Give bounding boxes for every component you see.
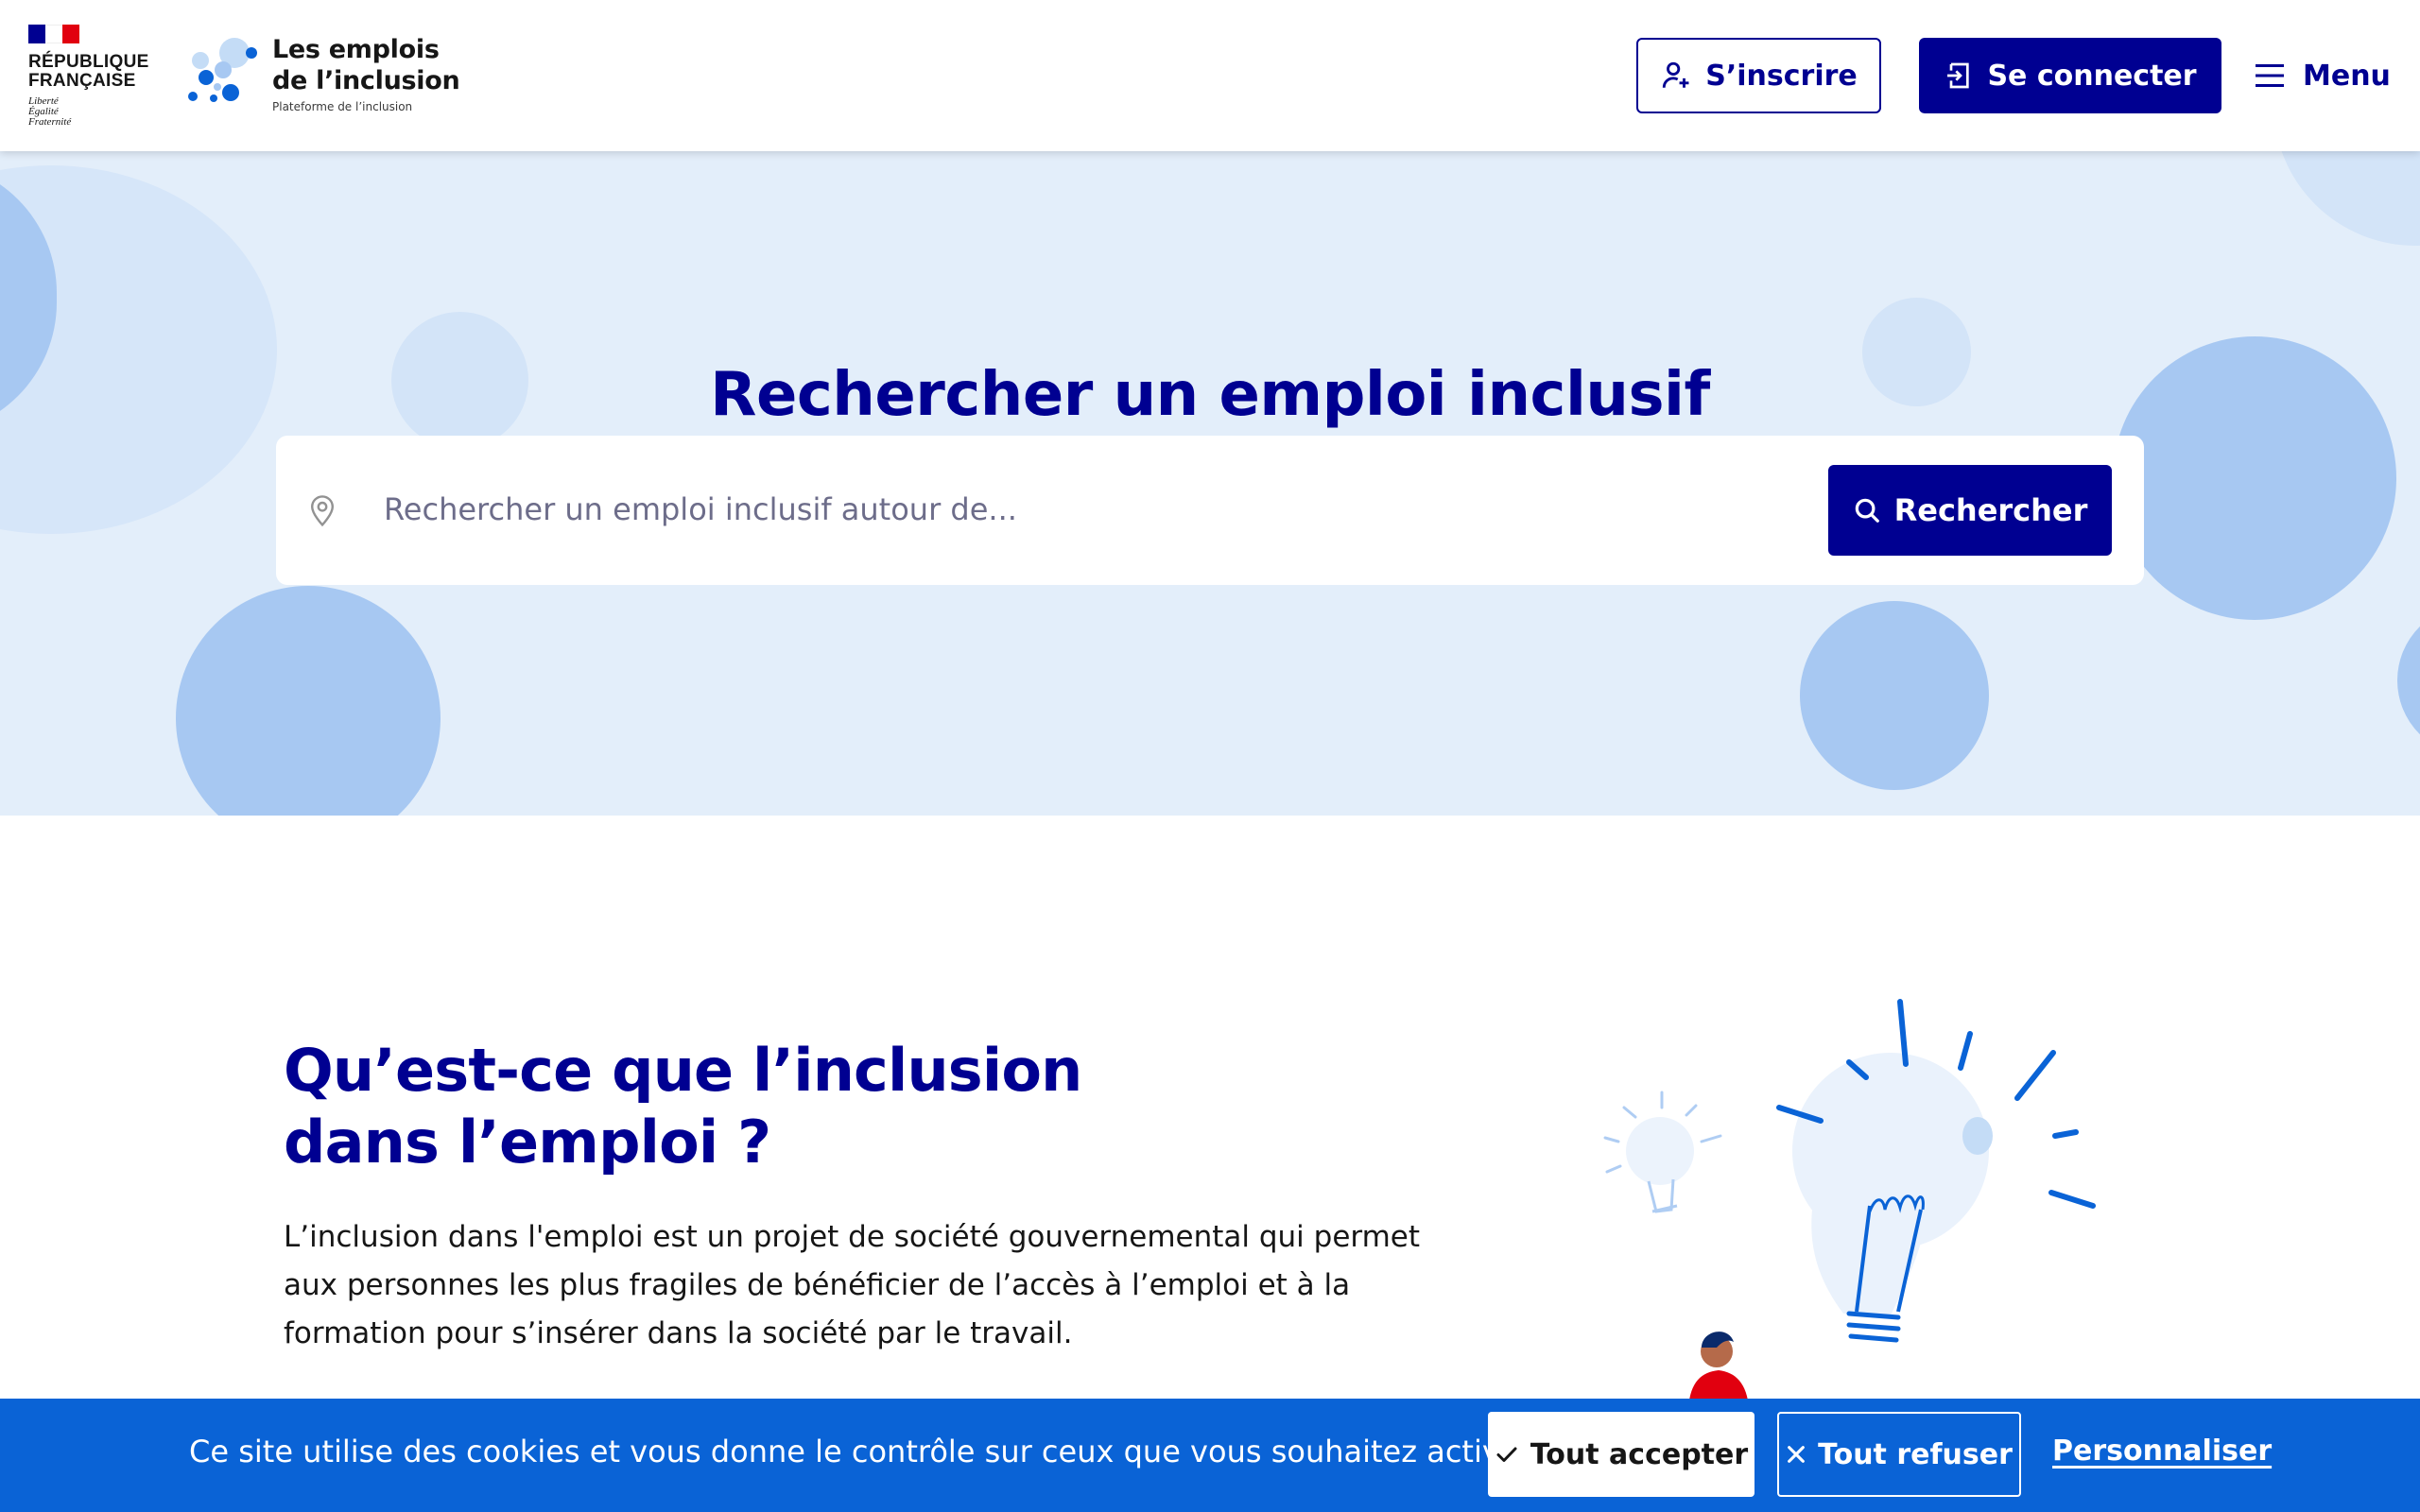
location-search-input[interactable]	[382, 472, 1327, 547]
search-icon	[1855, 498, 1879, 523]
signup-button[interactable]: S’inscrire	[1636, 38, 1881, 113]
menu-button[interactable]: Menu	[2256, 51, 2391, 100]
product-title-line-2: de l’inclusion	[272, 66, 460, 95]
refuse-all-cookies-button[interactable]: Tout refuser	[1777, 1412, 2021, 1497]
product-name[interactable]: Les emplois de l’inclusion Plateforme de…	[272, 34, 460, 113]
description-line-3: formation pour s’insérer dans la société…	[284, 1316, 1073, 1350]
person-figure	[1688, 1332, 1749, 1408]
republique-francaise-logo[interactable]: RÉPUBLIQUE FRANÇAISE Liberté Égalité Fra…	[28, 25, 149, 128]
description-line-1: L’inclusion dans l'emploi est un projet …	[284, 1220, 1421, 1254]
product-subtitle: Plateforme de l’inclusion	[272, 100, 413, 113]
title-line-2: dans l’emploi ?	[284, 1108, 771, 1177]
user-add-icon	[1663, 61, 1689, 88]
inclusion-description: L’inclusion dans l'emploi est un projet …	[284, 1213, 1446, 1358]
title-line-1: Qu’est-ce que l’inclusion	[284, 1036, 1082, 1105]
login-button[interactable]: Se connecter	[1919, 38, 2221, 113]
cookie-banner: Ce site utilise des cookies et vous donn…	[0, 1399, 2420, 1512]
lightbulb-illustration	[1603, 999, 2096, 1408]
search-box: Rechercher	[276, 436, 2144, 585]
map-pin-icon	[310, 495, 335, 527]
accept-all-label: Tout accepter	[1530, 1437, 1749, 1471]
french-flag-icon	[28, 25, 79, 43]
decorative-bubble	[2397, 605, 2420, 756]
accept-all-cookies-button[interactable]: Tout accepter	[1488, 1412, 1754, 1497]
search-hero: Rechercher un emploi inclusif Rechercher	[0, 151, 2420, 816]
decorative-bubble	[1800, 601, 1989, 790]
hamburger-icon	[2256, 64, 2284, 87]
description-line-2: aux personnes les plus fragiles de bénéf…	[284, 1268, 1351, 1302]
search-button-label: Rechercher	[1893, 492, 2088, 528]
inclusion-section-title: Qu’est-ce que l’inclusion dans l’emploi …	[284, 1035, 1134, 1178]
rf-line-2: FRANÇAISE	[28, 71, 136, 91]
hero-title: Rechercher un emploi inclusif	[710, 359, 1710, 430]
search-button[interactable]: Rechercher	[1828, 465, 2112, 556]
small-lightbulb-icon	[1603, 1091, 1722, 1213]
close-icon	[1788, 1446, 1806, 1463]
decorative-bubble	[2273, 151, 2420, 246]
login-icon	[1947, 62, 1970, 89]
login-label: Se connecter	[1987, 59, 2197, 93]
rf-motto: Liberté Égalité Fraternité	[28, 96, 149, 128]
site-header: RÉPUBLIQUE FRANÇAISE Liberté Égalité Fra…	[0, 0, 2420, 151]
refuse-all-label: Tout refuser	[1818, 1437, 2013, 1471]
large-lightbulb-icon	[1776, 999, 2096, 1343]
signup-label: S’inscrire	[1705, 59, 1858, 93]
cookie-message: Ce site utilise des cookies et vous donn…	[189, 1434, 1531, 1469]
emplois-inclusion-logo-icon[interactable]	[185, 34, 261, 115]
rf-line-1: RÉPUBLIQUE	[28, 52, 149, 72]
decorative-bubble	[176, 586, 441, 816]
customize-cookies-link[interactable]: Personnaliser	[2052, 1435, 2272, 1468]
product-title-line-1: Les emplois	[272, 35, 440, 64]
republique-francaise-text: RÉPUBLIQUE FRANÇAISE	[28, 53, 149, 91]
check-icon	[1496, 1447, 1517, 1462]
menu-label: Menu	[2303, 59, 2391, 93]
motto-fraternite: Fraternité	[28, 116, 72, 128]
